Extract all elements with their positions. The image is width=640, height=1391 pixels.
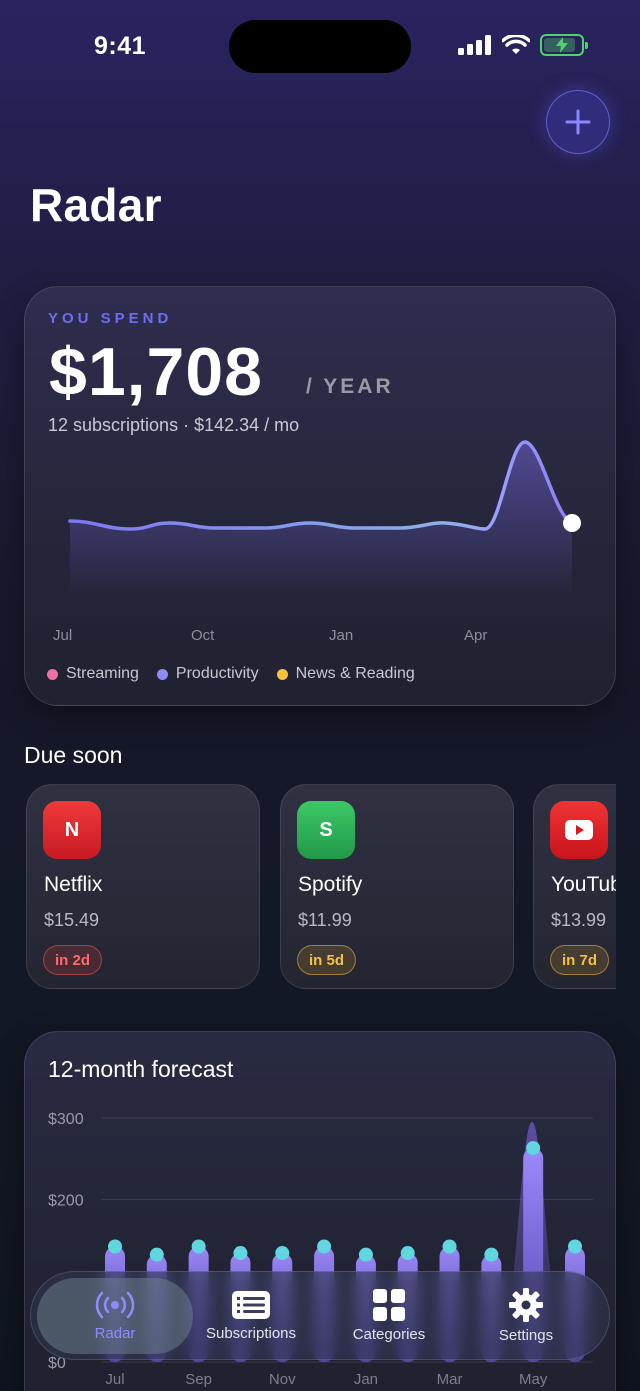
tab-label: Radar (94, 1325, 136, 1342)
tab-label: Settings (498, 1327, 554, 1344)
legend-label: News & Reading (295, 665, 415, 682)
period-label: / YEAR (306, 375, 394, 398)
due-badge: in 2d (43, 945, 103, 975)
legend-item-streaming: Streaming (47, 665, 139, 683)
due-card-spotify[interactable]: S Spotify $11.99 in 5d (280, 784, 514, 989)
add-subscription-button[interactable] (546, 90, 610, 154)
status-icons (458, 34, 588, 56)
category-legend: Streaming Productivity News & Reading (47, 665, 415, 683)
due-name: Spotify (298, 873, 363, 896)
status-time: 9:41 (94, 32, 147, 60)
x-tick-label: Nov (269, 1371, 296, 1388)
legend-dot (276, 668, 288, 680)
month-label: Jan (329, 627, 354, 644)
x-tick-label: Jan (354, 1371, 378, 1388)
forecast-point (191, 1239, 206, 1254)
x-tick-label: Mar (437, 1371, 463, 1388)
forecast-point (317, 1239, 332, 1254)
netflix-icon: N (43, 801, 101, 859)
legend-item-productivity: Productivity (156, 665, 259, 683)
due-name: YouTube (551, 873, 616, 896)
plus-icon (565, 109, 591, 135)
tab-radar[interactable]: Radar (37, 1278, 193, 1354)
app-icon-letter: S (319, 818, 333, 841)
trend-line (68, 440, 574, 531)
list-icon (232, 1291, 270, 1319)
forecast-title: 12-month forecast (48, 1056, 234, 1082)
forecast-point (568, 1239, 582, 1254)
month-label: Oct (191, 627, 215, 644)
x-tick-label: Sep (185, 1371, 212, 1388)
tab-categories[interactable]: Categories (331, 1278, 447, 1354)
y-tick-label: $300 (48, 1111, 84, 1128)
due-price: $11.99 (298, 910, 352, 930)
legend-dot (156, 668, 168, 680)
app-icon-letter: N (64, 818, 80, 841)
battery-icon (540, 34, 588, 56)
legend-label: Productivity (175, 665, 259, 682)
forecast-point (442, 1239, 457, 1254)
x-tick-label: May (519, 1371, 548, 1388)
forecast-point (526, 1141, 541, 1156)
status-bar: 9:41 (0, 0, 640, 96)
x-tick-label: Jul (105, 1371, 124, 1388)
due-badge: in 5d (297, 945, 357, 975)
month-label: Jul (53, 627, 73, 644)
dynamic-island (229, 20, 411, 73)
due-soon-carousel[interactable]: N Netflix $15.49 in 2d S Spotify $11.99 … (26, 782, 616, 992)
signal-icon (458, 35, 491, 55)
forecast-point (358, 1247, 373, 1262)
due-soon-title: Due soon (24, 742, 123, 768)
radar-icon (95, 1291, 135, 1319)
gear-icon (509, 1288, 543, 1322)
spotify-icon: S (297, 801, 355, 859)
tab-label: Categories (352, 1326, 426, 1343)
due-name: Netflix (44, 873, 103, 896)
due-card-youtube[interactable]: YouTube $13.99 in 7d (533, 784, 616, 989)
spend-trend-chart (68, 440, 581, 592)
legend-label: Streaming (66, 665, 139, 682)
legend-dot (47, 668, 58, 680)
forecast-point (275, 1246, 290, 1261)
tab-settings[interactable]: Settings (468, 1278, 584, 1354)
y-tick-label: $200 (48, 1192, 84, 1209)
legend-item-news: News & Reading (276, 665, 415, 683)
due-card-netflix[interactable]: N Netflix $15.49 in 2d (26, 784, 260, 989)
forecast-point (108, 1239, 122, 1254)
spend-eyebrow: YOU SPEND (48, 310, 173, 327)
tab-label: Subscriptions (205, 1325, 297, 1342)
forecast-point (400, 1246, 415, 1261)
page-title: Radar (30, 179, 162, 231)
youtube-icon (550, 801, 608, 859)
spend-month-labels: Jul Oct Jan Apr (25, 627, 617, 647)
due-price: $13.99 (551, 910, 607, 930)
grid-icon (373, 1289, 405, 1321)
tab-bar: Radar Subscriptions Categories Settings (30, 1271, 610, 1360)
due-price: $15.49 (44, 910, 100, 930)
current-point (563, 514, 581, 532)
forecast-point (233, 1246, 248, 1261)
due-badge: in 7d (550, 945, 610, 975)
forecast-point (484, 1247, 499, 1262)
yearly-amount: $1,708 (49, 334, 263, 410)
tab-subscriptions[interactable]: Subscriptions (193, 1278, 309, 1354)
wifi-icon (502, 34, 530, 54)
spend-summary-card[interactable]: YOU SPEND $1,708 / YEAR 12 subscriptions… (24, 286, 616, 706)
month-label: Apr (464, 627, 488, 644)
forecast-point (149, 1247, 164, 1262)
subscription-summary: 12 subscriptions · $142.34 / mo (48, 415, 300, 435)
